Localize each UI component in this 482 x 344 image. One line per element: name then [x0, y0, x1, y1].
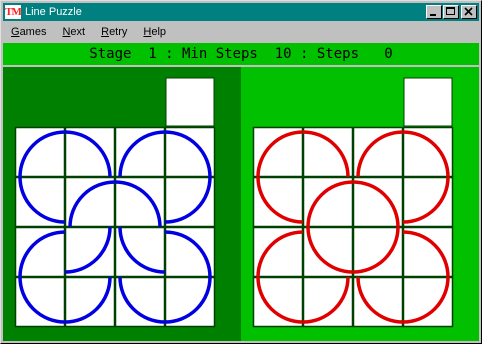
maximize-button[interactable]	[443, 5, 459, 19]
player-tile[interactable]	[114, 226, 166, 278]
player-board	[3, 67, 241, 341]
menu-games-accel: G	[11, 25, 20, 38]
menu-next-label: ext	[70, 25, 86, 38]
target-tile	[252, 176, 304, 228]
menu-retry-label: etry	[109, 25, 128, 38]
player-tile[interactable]	[64, 276, 116, 328]
player-tile[interactable]	[14, 226, 66, 278]
minimize-icon	[430, 14, 436, 16]
target-tile	[352, 226, 404, 278]
player-tile[interactable]	[164, 176, 216, 228]
target-tile	[402, 176, 454, 228]
target-tile	[402, 126, 454, 178]
menu-help[interactable]: Help	[135, 26, 174, 38]
maximize-icon	[446, 7, 455, 15]
player-board-canvas	[14, 77, 216, 328]
target-tile	[352, 276, 404, 328]
menu-bar: Games Next Retry Help	[3, 22, 479, 41]
close-button[interactable]	[461, 5, 477, 19]
target-board-canvas	[252, 77, 454, 328]
target-tile	[402, 226, 454, 278]
target-tile	[402, 276, 454, 328]
player-tile[interactable]	[164, 126, 216, 178]
player-tile[interactable]	[114, 176, 166, 228]
player-tile[interactable]	[64, 176, 116, 228]
player-tile[interactable]	[64, 226, 116, 278]
close-icon	[464, 7, 473, 16]
target-tile	[352, 126, 404, 178]
menu-games-label: ames	[19, 25, 47, 38]
player-tile[interactable]	[14, 276, 66, 328]
target-tile	[252, 226, 304, 278]
player-tile[interactable]	[114, 126, 166, 178]
player-tile[interactable]	[164, 226, 216, 278]
player-tile[interactable]	[14, 126, 66, 178]
minimize-button[interactable]	[426, 5, 442, 19]
player-tile[interactable]	[164, 276, 216, 328]
app-window: TM Line Puzzle Games Next Retry Help Sta…	[0, 0, 482, 344]
menu-games[interactable]: Games	[3, 26, 54, 38]
target-tile	[302, 226, 354, 278]
player-spare-tile[interactable]	[165, 77, 215, 127]
target-board	[241, 67, 479, 341]
player-tile[interactable]	[64, 126, 116, 178]
target-tile	[302, 276, 354, 328]
player-tile[interactable]	[14, 176, 66, 228]
app-logo-icon: TM	[5, 5, 22, 19]
target-tile	[302, 126, 354, 178]
target-spare-tile[interactable]	[403, 77, 453, 127]
menu-help-label: elp	[151, 25, 167, 38]
target-tile	[252, 126, 304, 178]
menu-next[interactable]: Next	[54, 26, 93, 38]
player-tile[interactable]	[114, 276, 166, 328]
window-title: Line Puzzle	[25, 6, 82, 18]
target-tile	[302, 176, 354, 228]
menu-retry[interactable]: Retry	[93, 26, 135, 38]
target-tile	[252, 276, 304, 328]
stage-status: Stage 1 : Min Steps 10 : Steps 0	[3, 43, 479, 65]
title-bar[interactable]: TM Line Puzzle	[3, 3, 479, 21]
menu-retry-accel: R	[101, 25, 110, 38]
target-tile	[352, 176, 404, 228]
